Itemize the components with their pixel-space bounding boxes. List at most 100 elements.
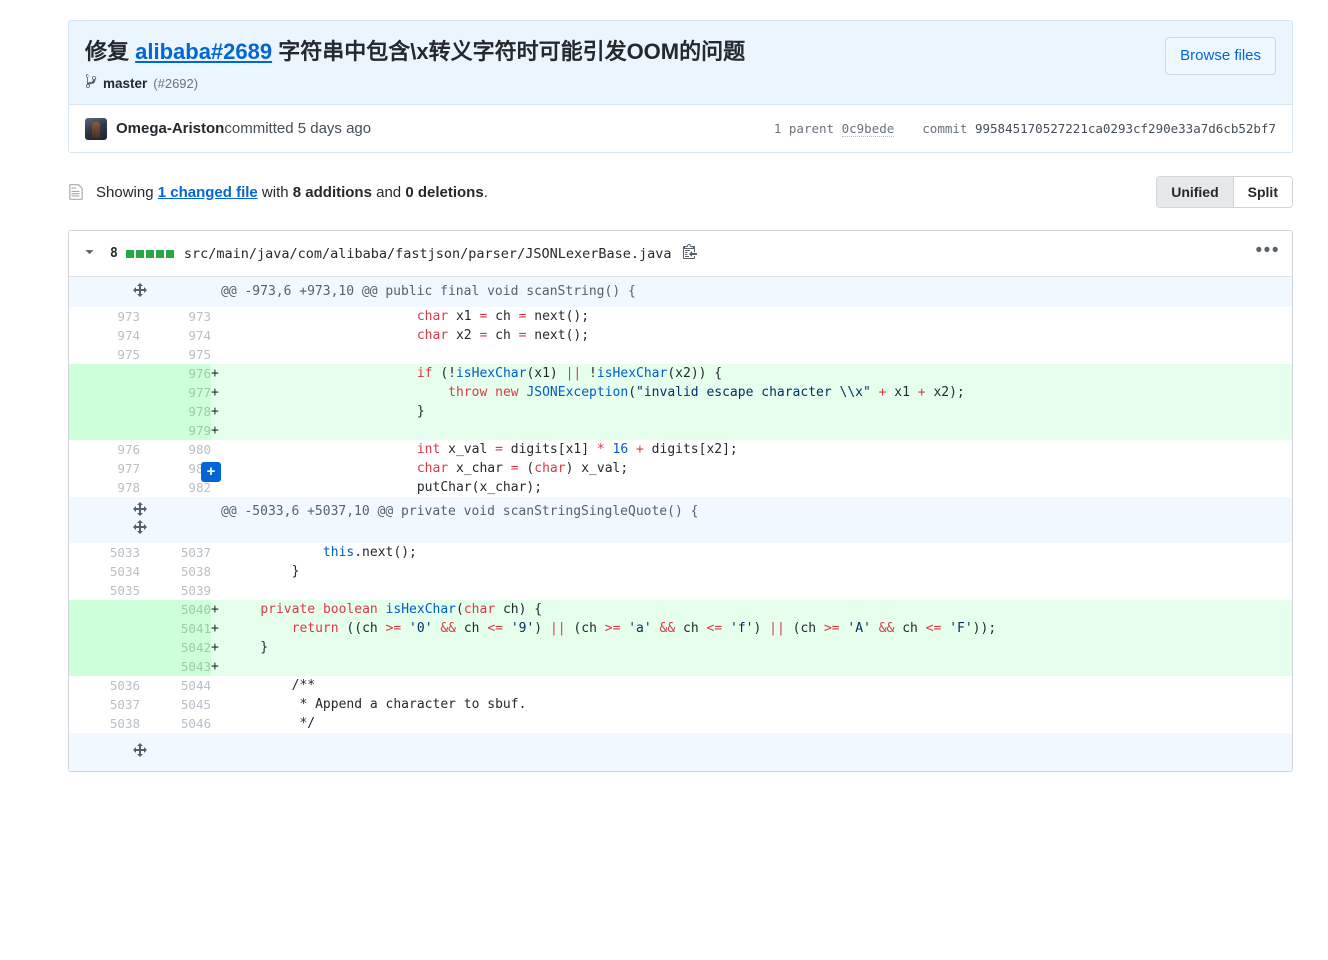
diff-row-addition[interactable]: 5043 +	[69, 657, 1292, 676]
diff-row-context[interactable]: 978 982 putChar(x_char);	[69, 478, 1292, 497]
split-view-button[interactable]: Split	[1232, 177, 1292, 207]
diff-row-context[interactable]: 5035 5039	[69, 581, 1292, 600]
hunk-expand-button[interactable]	[69, 277, 211, 307]
diff-code: }	[229, 402, 1292, 421]
hunk-expand-button[interactable]	[69, 497, 211, 543]
diff-code: /**	[229, 676, 1292, 695]
diff-row-context[interactable]: 5037 5045 * Append a character to sbuf.	[69, 695, 1292, 714]
diff-body: @@ -973,6 +973,10 @@ public final void s…	[69, 277, 1292, 771]
file-diff-icon	[68, 183, 84, 201]
diff-marker	[211, 714, 229, 733]
old-line-number: 973	[69, 307, 140, 326]
old-line-number: 5037	[69, 695, 140, 714]
new-line-number: 5045	[140, 695, 211, 714]
old-line-number: 5038	[69, 714, 140, 733]
diff-row-addition[interactable]: 978 + }	[69, 402, 1292, 421]
file-options-menu[interactable]: •••	[1256, 241, 1280, 266]
diff-code: char x1 = ch = next();	[229, 307, 1292, 326]
commit-identifiers: 1 parent 0c9bede commit 995845170527221c…	[773, 121, 1276, 137]
diffstat-bar	[125, 249, 174, 258]
old-line-number: 974	[69, 326, 140, 345]
diff-marker: +	[211, 657, 229, 676]
old-line-number: 5036	[69, 676, 140, 695]
diff-marker	[211, 307, 229, 326]
new-line-number: 5038	[140, 562, 211, 581]
diff-code: char x2 = ch = next();	[229, 326, 1292, 345]
diff-row-context[interactable]: 5036 5044 /**	[69, 676, 1292, 695]
old-line-number	[69, 421, 140, 440]
browse-files-button[interactable]: Browse files	[1165, 37, 1276, 75]
diff-marker: +	[211, 619, 229, 638]
avatar[interactable]	[85, 117, 107, 140]
diff-row-context[interactable]: 976 980 int x_val = digits[x1] * 16 + di…	[69, 440, 1292, 459]
commit-meta-row: Omega-Ariston committed 5 days ago 1 par…	[69, 104, 1292, 152]
diff-marker	[211, 562, 229, 581]
issue-reference-link[interactable]: alibaba#2689	[135, 39, 272, 64]
commit-author[interactable]: Omega-Ariston	[116, 120, 224, 137]
diff-row-context[interactable]: 5034 5038 }	[69, 562, 1292, 581]
diff-row-addition[interactable]: 5041 + return ((ch >= '0' && ch <= '9') …	[69, 619, 1292, 638]
diff-row-context-hovered[interactable]: 977 981 + char x_char = (char) x_val;	[69, 459, 1292, 482]
new-line-number: 5039	[140, 581, 211, 600]
diff-marker	[211, 543, 229, 562]
diff-marker	[211, 581, 229, 600]
hunk-header-row: @@ -973,6 +973,10 @@ public final void s…	[69, 277, 1292, 307]
diff-row-addition[interactable]: 5042 + }	[69, 638, 1292, 657]
diffstat-square	[165, 249, 174, 258]
diff-row-addition[interactable]: 977 + throw new JSONException("invalid e…	[69, 383, 1292, 402]
parent-info: 1 parent 0c9bede	[773, 121, 895, 137]
diff-code: }	[229, 638, 1292, 657]
new-line-number: 982	[140, 478, 211, 497]
unified-view-button[interactable]: Unified	[1157, 177, 1233, 207]
copy-path-icon[interactable]	[682, 243, 698, 264]
commit-title-suffix: 字符串中包含\x转义字符时可能引发OOM的问题	[272, 39, 746, 64]
parent-label: 1 parent	[773, 121, 835, 136]
new-line-number: 979	[140, 421, 211, 440]
parent-sha[interactable]: 0c9bede	[841, 121, 895, 137]
chevron-down-icon[interactable]	[83, 246, 96, 261]
expand-down-button[interactable]	[69, 733, 211, 771]
old-line-number: 978	[69, 478, 140, 497]
old-line-number	[69, 383, 140, 402]
unfold-down-icon[interactable]	[69, 519, 211, 539]
diff-row-addition[interactable]: 5040 + private boolean isHexChar(char ch…	[69, 600, 1292, 619]
diff-row-context[interactable]: 5033 5037 this.next();	[69, 543, 1292, 562]
commit-header-card: 修复 alibaba#2689 字符串中包含\x转义字符时可能引发OOM的问题 …	[68, 20, 1293, 153]
unfold-up-icon[interactable]	[69, 501, 211, 521]
diff-row-addition[interactable]: 976 + if (!isHexChar(x1) || !isHexChar(x…	[69, 364, 1292, 383]
diff-summary-row: Showing 1 changed file with 8 additions …	[68, 174, 1293, 210]
new-line-number: 5046	[140, 714, 211, 733]
diff-row-addition[interactable]: 979 +	[69, 421, 1292, 440]
changed-file-link[interactable]: 1 changed file	[158, 184, 258, 201]
diff-code: throw new JSONException("invalid escape …	[229, 383, 1292, 402]
with-label: with	[257, 183, 293, 201]
diff-marker: +	[211, 364, 229, 383]
pull-request-number[interactable]: (#2692)	[153, 75, 198, 93]
period: .	[483, 183, 488, 201]
diff-row-context[interactable]: 975 975	[69, 345, 1292, 364]
file-path[interactable]: src/main/java/com/alibaba/fastjson/parse…	[184, 246, 672, 262]
diff-row-context[interactable]: 973 973 char x1 = ch = next();	[69, 307, 1292, 326]
old-line-number	[69, 619, 140, 638]
diff-marker: +	[211, 600, 229, 619]
diff-summary-text: Showing 1 changed file with 8 additions …	[96, 184, 488, 201]
diff-code: putChar(x_char);	[229, 478, 1292, 497]
hunk-header-row: @@ -5033,6 +5037,10 @@ private void scan…	[69, 497, 1292, 543]
diff-code: this.next();	[229, 543, 1292, 562]
diff-marker: +	[211, 383, 229, 402]
git-branch-icon	[85, 73, 97, 94]
diff-code: private boolean isHexChar(char ch) {	[229, 600, 1292, 619]
diffstat-square	[125, 249, 134, 258]
diff-code	[229, 345, 1292, 364]
diff-row-context[interactable]: 974 974 char x2 = ch = next();	[69, 326, 1292, 345]
diff-marker: +	[211, 421, 229, 440]
hunk-header-text: @@ -5033,6 +5037,10 @@ private void scan…	[211, 497, 1292, 543]
new-line-number: 5041	[140, 619, 211, 638]
branch-name[interactable]: master	[103, 75, 147, 93]
hunk-header-text: @@ -973,6 +973,10 @@ public final void s…	[211, 277, 1292, 307]
diff-code	[229, 421, 1292, 440]
commit-title-prefix: 修复	[85, 39, 136, 64]
diff-row-context[interactable]: 5038 5046 */	[69, 714, 1292, 733]
commit-sha[interactable]: 995845170527221ca0293cf290e33a7d6cb52bf7	[975, 121, 1276, 136]
add-line-comment-button[interactable]: +	[201, 462, 221, 482]
